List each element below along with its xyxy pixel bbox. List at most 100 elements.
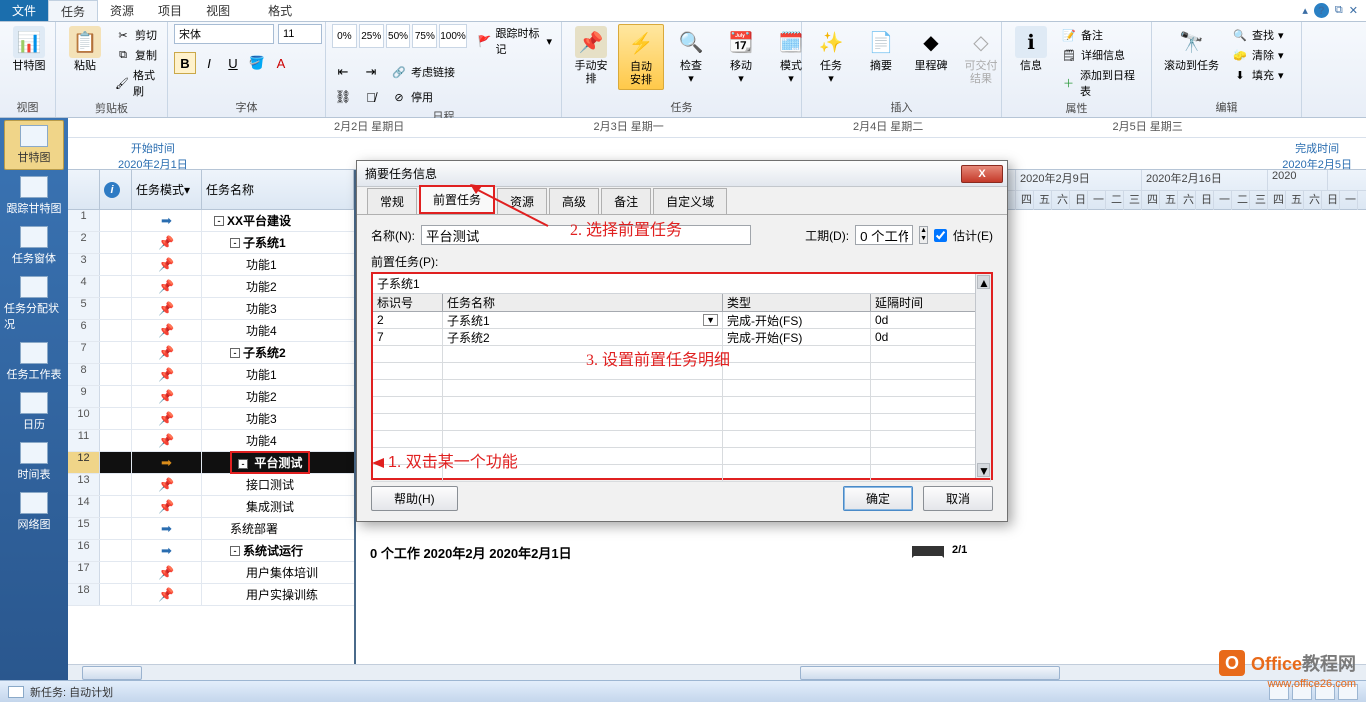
dialog-close-button[interactable]: X (961, 165, 1003, 183)
col-task-mode[interactable]: 任务模式 ▾ (132, 170, 202, 209)
pred-row[interactable]: 7子系统2完成-开始(FS)0d (373, 329, 991, 346)
task-row[interactable]: 1➡- XX平台建设 (68, 210, 354, 232)
summary-bar[interactable] (912, 546, 944, 556)
cancel-button[interactable]: 取消 (923, 486, 993, 511)
collapse-icon[interactable]: - (230, 546, 240, 556)
italic-button[interactable]: I (198, 52, 220, 74)
side-gantt[interactable]: 甘特图 (4, 120, 64, 170)
pct-25-button[interactable]: 25% (359, 24, 384, 48)
side-task-sheet[interactable]: 任务工作表 (4, 338, 64, 386)
col-lag[interactable]: 延隔时间 (871, 294, 991, 311)
collapse-icon[interactable]: - (230, 348, 240, 358)
deliverable-button[interactable]: ◇可交付结果 (958, 24, 1004, 88)
bold-button[interactable]: B (174, 52, 196, 74)
underline-button[interactable]: U (222, 52, 244, 74)
side-timeline[interactable]: 时间表 (4, 438, 64, 486)
font-name-select[interactable] (174, 24, 274, 44)
font-color-button[interactable]: A (270, 52, 292, 74)
col-name[interactable]: 任务名称 (443, 294, 723, 311)
side-task-form[interactable]: 任务窗体 (4, 222, 64, 270)
format-painter-button[interactable]: 🖌格式刷 (112, 66, 161, 100)
estimate-checkbox[interactable] (934, 229, 947, 242)
pred-row[interactable]: 2子系统1▼完成-开始(FS)0d (373, 312, 991, 329)
ribbon-minimize-icon[interactable]: ▴ (1302, 4, 1308, 17)
pct-100-button[interactable]: 100% (439, 24, 467, 48)
info-button[interactable]: ℹ信息 (1008, 24, 1054, 75)
add-timeline-button[interactable]: ＋添加到日程表 (1058, 66, 1145, 100)
collapse-icon[interactable]: - (214, 216, 224, 226)
task-row[interactable]: 5📌 功能3 (68, 298, 354, 320)
col-type[interactable]: 类型 (723, 294, 871, 311)
link-tasks-button[interactable]: ⛓ (332, 86, 354, 108)
task-row[interactable]: 11📌 功能4 (68, 430, 354, 452)
task-row[interactable]: 2📌- 子系统1 (68, 232, 354, 254)
window-close-icon[interactable]: ✕ (1349, 4, 1358, 17)
auto-schedule-button[interactable]: ⚡自动安排 (618, 24, 664, 90)
font-size-select[interactable] (278, 24, 322, 44)
side-track-gantt[interactable]: 跟踪甘特图 (4, 172, 64, 220)
task-row[interactable]: 7📌- 子系统2 (68, 342, 354, 364)
inspect-button[interactable]: 🔍检查▾ (668, 24, 714, 88)
outdent-button[interactable]: ⇤ (332, 61, 354, 83)
menu-task[interactable]: 任务 (48, 0, 98, 21)
menu-resource[interactable]: 资源 (98, 0, 146, 21)
indent-button[interactable]: ⇥ (360, 61, 382, 83)
task-row[interactable]: 6📌 功能4 (68, 320, 354, 342)
task-row[interactable]: 3📌 功能1 (68, 254, 354, 276)
window-restore-icon[interactable]: ⧉ (1335, 4, 1343, 17)
pct-75-button[interactable]: 75% (412, 24, 437, 48)
task-row[interactable]: 4📌 功能2 (68, 276, 354, 298)
task-row[interactable]: 17📌 用户集体培训 (68, 562, 354, 584)
menu-file[interactable]: 文件 (0, 0, 48, 21)
task-row[interactable]: 13📌 接口测试 (68, 474, 354, 496)
help-icon[interactable]: ? (1314, 3, 1329, 18)
dropdown-icon[interactable]: ▼ (703, 314, 718, 326)
clear-button[interactable]: 🧽清除 ▾ (1229, 46, 1287, 64)
insert-task-button[interactable]: ✨任务▾ (808, 24, 854, 88)
find-button[interactable]: 🔍查找 ▾ (1229, 26, 1287, 44)
side-network[interactable]: 网络图 (4, 488, 64, 536)
tab-general[interactable]: 常规 (367, 188, 417, 214)
milestone-button[interactable]: ◆里程碑 (908, 24, 954, 75)
pct-50-button[interactable]: 50% (386, 24, 411, 48)
manual-schedule-button[interactable]: 📌手动安排 (568, 24, 614, 88)
col-id[interactable]: 标识号 (373, 294, 443, 311)
copy-button[interactable]: ⧉复制 (112, 46, 161, 64)
grid-hscroll[interactable] (82, 666, 142, 680)
ok-button[interactable]: 确定 (843, 486, 913, 511)
menu-project[interactable]: 项目 (146, 0, 194, 21)
gantt-button[interactable]: 📊甘特图 (6, 24, 52, 75)
task-row[interactable]: 15➡ 系统部署 (68, 518, 354, 540)
task-row[interactable]: 16➡- 系统试运行 (68, 540, 354, 562)
notes-button[interactable]: 📝备注 (1058, 26, 1145, 44)
tab-custom[interactable]: 自定义域 (653, 188, 727, 214)
tab-notes[interactable]: 备注 (601, 188, 651, 214)
track-mark-button[interactable]: 🚩跟踪时标记 ▾ (475, 24, 555, 58)
menu-view[interactable]: 视图 (194, 0, 242, 21)
pct-0-button[interactable]: 0% (332, 24, 357, 48)
collapse-icon[interactable]: - (238, 459, 248, 469)
collapse-icon[interactable]: - (230, 238, 240, 248)
deactivate-button[interactable]: ⊘停用 (388, 86, 436, 108)
duration-spinner[interactable]: ▲▼ (919, 226, 928, 244)
details-button[interactable]: 🗒详细信息 (1058, 46, 1145, 64)
unlink-tasks-button[interactable]: ⛓̸ (360, 86, 382, 108)
task-row[interactable]: 8📌 功能1 (68, 364, 354, 386)
duration-input[interactable] (855, 225, 913, 245)
scroll-to-task-button[interactable]: 🔭滚动到任务 (1158, 24, 1225, 75)
cut-button[interactable]: ✂剪切 (112, 26, 161, 44)
gantt-hscroll[interactable] (800, 666, 1060, 680)
task-row[interactable]: 14📌 集成测试 (68, 496, 354, 518)
task-row[interactable]: 18📌 用户实操训练 (68, 584, 354, 606)
fill-color-button[interactable]: 🪣 (246, 52, 268, 74)
fill-button[interactable]: ⬇填充 ▾ (1229, 66, 1287, 84)
table-scrollbar[interactable]: ▲▼ (975, 274, 991, 478)
move-button[interactable]: 📆移动▾ (718, 24, 764, 88)
respect-links-button[interactable]: 🔗考虑链接 (388, 61, 458, 83)
paste-button[interactable]: 📋粘贴 (62, 24, 108, 75)
task-row[interactable]: 12➡- 平台测试 (68, 452, 354, 474)
tab-advanced[interactable]: 高级 (549, 188, 599, 214)
side-task-usage[interactable]: 任务分配状况 (4, 272, 64, 336)
help-button[interactable]: 帮助(H) (371, 486, 458, 511)
side-calendar[interactable]: 日历 (4, 388, 64, 436)
